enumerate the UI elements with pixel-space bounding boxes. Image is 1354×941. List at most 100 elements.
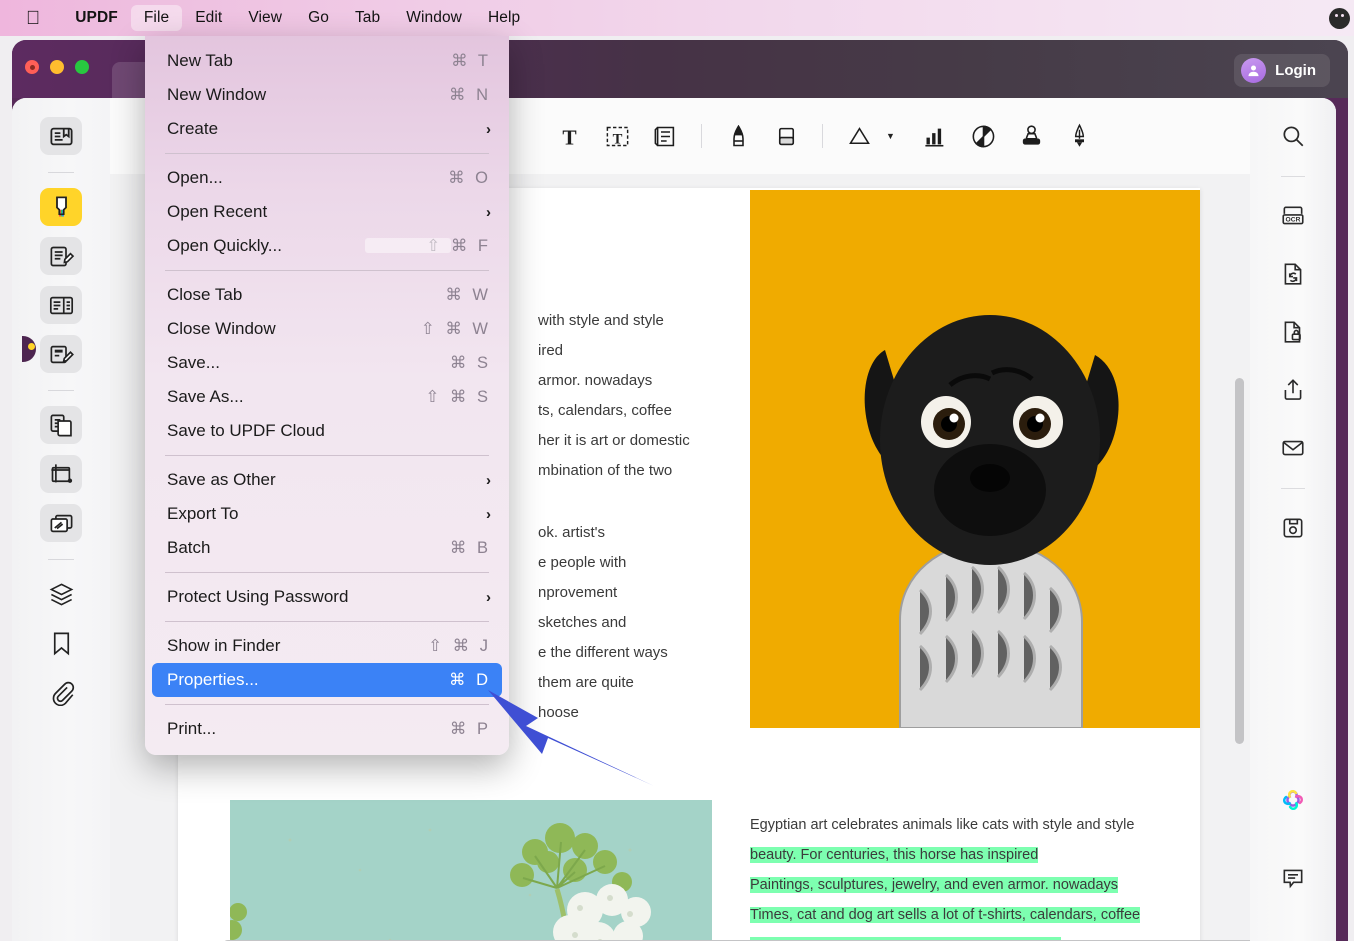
screen-root: Login	[0, 0, 1354, 941]
convert-refresh-icon[interactable]	[1273, 254, 1313, 294]
pen-marker-icon[interactable]	[715, 113, 761, 159]
sidebar-item-page-organize[interactable]	[40, 286, 82, 324]
chevron-right-icon: ›	[486, 472, 491, 489]
ai-assistant-icon[interactable]	[1273, 780, 1313, 820]
menu-item-label: Save as Other	[167, 470, 486, 490]
menu-item-label: Show in Finder	[167, 636, 428, 656]
menu-item-open-recent[interactable]: Open Recent ›	[145, 195, 509, 229]
login-label: Login	[1275, 62, 1316, 79]
vertical-scrollbar[interactable]	[1235, 378, 1244, 744]
svg-text:OCR: OCR	[1286, 217, 1301, 224]
menu-item-save-as[interactable]: Save As... ⇧ ⌘ S	[145, 380, 509, 414]
sidebar-item-form-fill[interactable]	[40, 335, 82, 373]
ocr-icon[interactable]: OCR	[1273, 196, 1313, 236]
zoom-button[interactable]	[75, 60, 89, 74]
doc-line: Paintings, sculptures, jewelry, and even…	[750, 870, 1200, 900]
close-button[interactable]	[25, 60, 39, 74]
menu-item-new-window[interactable]: New Window ⌘ N	[145, 78, 509, 112]
control-center-icon[interactable]	[1329, 8, 1350, 29]
svg-text:T: T	[562, 125, 576, 149]
menu-item-label: Properties...	[167, 670, 449, 690]
menu-divider	[165, 270, 489, 271]
share-upload-icon[interactable]	[1273, 370, 1313, 410]
menu-divider	[165, 572, 489, 573]
chevron-right-icon: ›	[486, 121, 491, 138]
file-menu-dropdown[interactable]: New Tab ⌘ T New Window ⌘ N Create › Open…	[145, 36, 509, 755]
shapes-icon[interactable]	[836, 113, 882, 159]
menu-item-show-in-finder[interactable]: Show in Finder ⇧ ⌘ J	[145, 629, 509, 663]
menu-item-save-as-other[interactable]: Save as Other ›	[145, 463, 509, 497]
menu-item-label: Open Recent	[167, 202, 486, 222]
protect-lock-icon[interactable]	[1273, 312, 1313, 352]
menubar-item-edit[interactable]: Edit	[182, 5, 235, 31]
sidebar-item-reader-view[interactable]	[40, 117, 82, 155]
plant-photo	[230, 800, 712, 941]
menu-item-open-quickly[interactable]: Open Quickly... ⇧ ⌘ F	[145, 229, 509, 263]
eraser-icon[interactable]	[763, 113, 809, 159]
sidebar-item-bookmark[interactable]	[40, 624, 82, 662]
chevron-right-icon: ›	[486, 506, 491, 523]
menu-item-create[interactable]: Create ›	[145, 112, 509, 146]
stamp-icon[interactable]	[1009, 113, 1055, 159]
rail-divider-1	[48, 172, 74, 173]
sticky-note-icon[interactable]	[642, 113, 688, 159]
menu-item-properties[interactable]: Properties... ⌘ D	[152, 663, 502, 697]
menu-item-protect-using-password[interactable]: Protect Using Password ›	[145, 580, 509, 614]
menu-item-shortcut: ⌘ N	[449, 85, 491, 105]
doc-line: Egyptian art celebrates animals like cat…	[750, 810, 1200, 840]
menu-divider	[165, 455, 489, 456]
menubar-item-help[interactable]: Help	[475, 5, 533, 31]
sidebar-item-crop-page[interactable]	[40, 455, 82, 493]
menu-item-batch[interactable]: Batch ⌘ B	[145, 531, 509, 565]
menubar-item-window[interactable]: Window	[393, 5, 475, 31]
chevron-right-icon: ›	[486, 589, 491, 606]
menu-item-shortcut: ⌘ O	[448, 168, 491, 188]
apple-logo-icon[interactable]: 	[26, 9, 40, 28]
right-rail-divider-2	[1281, 488, 1305, 489]
doc-line: beauty. For centuries, this horse has in…	[750, 840, 1200, 870]
bar-chart-icon[interactable]	[913, 113, 959, 159]
menu-item-shortcut: ⌘ S	[450, 353, 491, 373]
menu-item-open[interactable]: Open... ⌘ O	[145, 161, 509, 195]
sidebar-item-convert-pdf[interactable]	[40, 406, 82, 444]
window-controls	[25, 60, 89, 74]
doc-line-text-highlighted: beauty. For centuries, this horse has in…	[750, 847, 1038, 863]
menu-item-close-tab[interactable]: Close Tab ⌘ W	[145, 278, 509, 312]
toolbar-divider-2	[822, 124, 823, 148]
menubar-item-updf[interactable]: UPDF	[62, 5, 131, 31]
search-icon[interactable]	[1273, 116, 1313, 156]
menu-item-shortcut: ⌘ W	[445, 285, 491, 305]
menu-item-close-window[interactable]: Close Window ⇧ ⌘ W	[145, 312, 509, 346]
document-bottom-paragraph: Egyptian art celebrates animals like cat…	[750, 810, 1200, 941]
menu-item-shortcut: ⌘ T	[451, 51, 491, 71]
sidebar-item-highlight-annotate[interactable]	[40, 188, 82, 226]
rail-divider-2	[48, 390, 74, 391]
rail-divider-3	[48, 559, 74, 560]
sidebar-item-compare-documents[interactable]	[40, 504, 82, 542]
menubar-item-view[interactable]: View	[235, 5, 295, 31]
save-floppy-icon[interactable]	[1273, 508, 1313, 548]
menubar-item-tab[interactable]: Tab	[342, 5, 393, 31]
sidebar-item-layers[interactable]	[40, 575, 82, 613]
menu-item-new-tab[interactable]: New Tab ⌘ T	[145, 44, 509, 78]
minimize-button[interactable]	[50, 60, 64, 74]
add-text-icon[interactable]: T	[546, 113, 592, 159]
menu-item-export-to[interactable]: Export To ›	[145, 497, 509, 531]
sidebar-item-attachment[interactable]	[40, 673, 82, 711]
menu-divider	[165, 704, 489, 705]
menu-item-shortcut: ⇧ ⌘ W	[421, 319, 491, 339]
menubar-item-file[interactable]: File	[131, 5, 182, 31]
sidebar-item-edit-pdf[interactable]	[40, 237, 82, 275]
chevron-down-icon[interactable]: ▼	[886, 131, 895, 141]
text-box-icon[interactable]: T	[594, 113, 640, 159]
signature-pen-icon[interactable]	[1057, 113, 1103, 159]
doc-line-text-highlighted: Paintings, sculptures, jewelry, and even…	[750, 877, 1118, 893]
menubar-item-go[interactable]: Go	[295, 5, 342, 31]
menu-item-save-to-updf-cloud[interactable]: Save to UPDF Cloud	[145, 414, 509, 448]
comment-bubble-icon[interactable]	[1273, 858, 1313, 898]
stamp-shape-icon[interactable]	[961, 113, 1007, 159]
email-envelope-icon[interactable]	[1273, 428, 1313, 468]
menu-item-save[interactable]: Save... ⌘ S	[145, 346, 509, 380]
menu-item-print[interactable]: Print... ⌘ P	[145, 712, 509, 746]
login-button[interactable]: Login	[1234, 54, 1330, 87]
